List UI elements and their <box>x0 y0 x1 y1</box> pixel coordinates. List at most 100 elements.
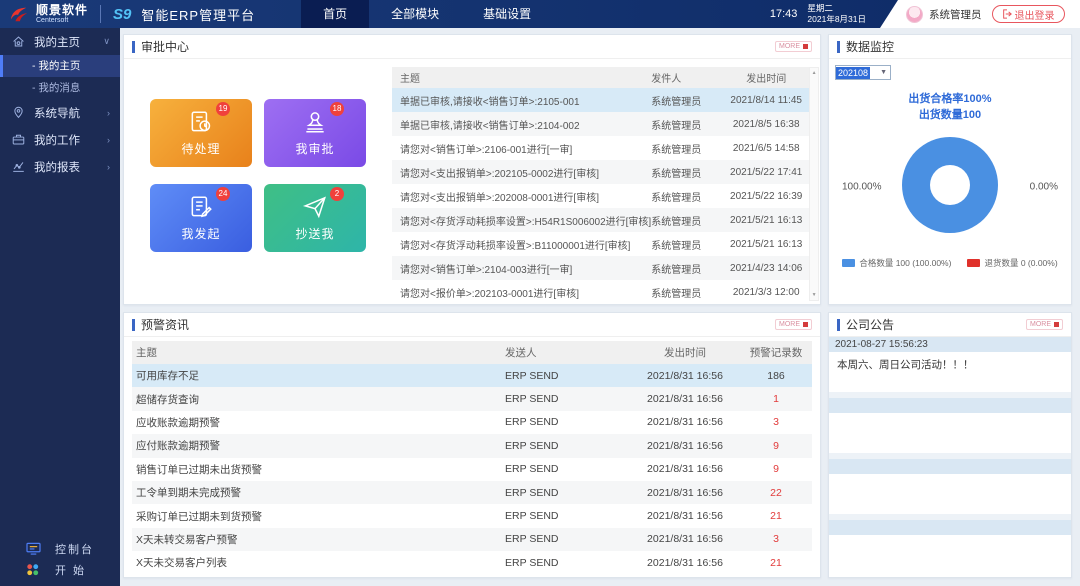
sidebar-subitem[interactable]: - 我的消息 <box>0 77 120 99</box>
clock-date: 星期二 2021年8月31日 <box>807 3 866 24</box>
sidebar-footer-item[interactable]: 控制台 <box>0 538 120 559</box>
top-nav-item[interactable]: 基础设置 <box>461 0 553 28</box>
top-nav-item[interactable]: 全部模块 <box>369 0 461 28</box>
panel-header: 公司公告 MORE <box>829 313 1071 337</box>
row-time: 2021/8/31 16:56 <box>647 393 723 406</box>
table-row[interactable]: 请您对<销售订单>:2106-001进行[一审] 系统管理员 2021/6/5 14… <box>392 136 809 160</box>
table-row[interactable]: 请您对<存货浮动耗损率设置>:H54R1S006002进行[审核] 系统管理员 20… <box>392 208 810 232</box>
row-subject: 请您对<存货浮动耗损率设置>:H54R1S006002进行[审核] <box>400 216 652 228</box>
more-label: MORE <box>779 43 800 50</box>
app-logo: 顺景软件 Centersoft S9 智能ERP管理平台 <box>0 4 255 24</box>
row-sender: ERP SEND <box>505 369 559 382</box>
announcement-item[interactable] <box>829 459 1071 514</box>
legend-item[interactable]: 退货数量 0 (0.00%) <box>967 257 1058 269</box>
announcement-item[interactable] <box>829 520 1071 577</box>
doc-edit-icon <box>188 194 214 220</box>
table-row[interactable]: 请您对<报价单>:202103-0001进行[审核] 系统管理员 2021/3/3 … <box>392 280 809 304</box>
more-button[interactable]: MORE <box>1026 319 1063 330</box>
row-sender: 系统管理员 <box>651 96 702 108</box>
panel-header: 审批中心 MORE <box>124 35 820 59</box>
data-monitor-panel: 数据监控 202108 ▼ 出货合格率100% 出货数量100 100.00% … <box>828 34 1072 305</box>
sidebar-item[interactable]: 系统导航 › <box>0 99 120 126</box>
alert-row[interactable]: X天未转交易客户预警 ERP SEND 2021/8/31 16:56 3 <box>132 527 812 552</box>
send-icon <box>302 194 328 220</box>
row-sender: 系统管理员 <box>651 120 702 132</box>
home-icon <box>12 35 26 49</box>
sidebar-footer-item[interactable]: 开 始 <box>0 559 120 580</box>
approval-tile[interactable]: 19 待处理 <box>150 99 252 167</box>
alert-row[interactable]: X天未交易客户列表 ERP SEND 2021/8/31 16:56 21 <box>132 551 812 574</box>
alert-row[interactable]: 超储存货查询 ERP SEND 2021/8/31 16:56 1 <box>132 387 812 411</box>
alert-row[interactable]: 采购订单已过期未到货预警 ERP SEND 2021/8/31 16:56 21 <box>132 504 812 527</box>
row-subject: 请您对<销售订单>:2106-001进行[一审] <box>400 144 573 156</box>
row-time: 2021/5/22 17:41 <box>730 166 803 178</box>
nav-icon <box>12 106 26 120</box>
more-grid-icon <box>1054 322 1059 327</box>
row-alert-count: 21 <box>770 556 782 569</box>
row-time: 2021/8/31 16:56 <box>647 486 723 499</box>
announcement-item[interactable] <box>829 398 1071 453</box>
table-row[interactable]: 请您对<支出报销单>:202105-0002进行[审核] 系统管理员 2021/5/… <box>392 160 810 184</box>
row-sender: ERP SEND <box>505 486 559 499</box>
quantity-label: 出货数量100 <box>918 109 982 121</box>
alert-row[interactable]: 工令单到期未完成预警 ERP SEND 2021/8/31 16:56 22 <box>132 480 812 505</box>
col-subject: 主题 <box>400 74 421 85</box>
row-time: 2021/8/31 16:56 <box>647 510 723 523</box>
left-percent-label: 100.00% <box>842 181 882 193</box>
alert-row[interactable]: 应收账款逾期预警 ERP SEND 2021/8/31 16:56 3 <box>132 411 812 434</box>
doc-clock-icon <box>188 109 214 135</box>
table-row[interactable]: 单据已审核,请接收<销售订单>:2104-002 系统管理员 2021/8/5 16… <box>392 112 810 136</box>
announcement-date <box>829 520 1071 535</box>
alert-row[interactable]: 应付账款逾期预警 ERP SEND 2021/8/31 16:56 9 <box>132 434 812 458</box>
approval-tile[interactable]: 18 我审批 <box>264 99 366 167</box>
row-sender: ERP SEND <box>505 533 559 546</box>
row-sender: ERP SEND <box>505 556 559 569</box>
approval-tile[interactable]: 2 抄送我 <box>264 184 366 252</box>
alerts-panel: 预警资讯 MORE 主题 发送人 发出时间 预警记录数 可用库存不足 ERP SE… <box>123 312 821 578</box>
col-time: 发出时间 <box>664 347 706 359</box>
logout-icon <box>1002 9 1012 19</box>
announcement-item[interactable]: 2021-08-27 15:56:23 本周六、周日公司活动！！！ <box>829 337 1071 392</box>
count-badge: 2 <box>330 187 344 201</box>
username-label: 系统管理员 <box>929 8 982 21</box>
scroll-up-icon[interactable]: ▲ <box>812 68 817 78</box>
chevron-right-icon: › <box>107 107 110 118</box>
table-row[interactable]: 请您对<支出报销单>:202008-0001进行[审核] 系统管理员 2021/5/… <box>392 184 809 208</box>
sidebar-footer-label: 开 始 <box>55 564 87 577</box>
title-accent-bar <box>132 318 135 331</box>
sidebar-subitem[interactable]: - 我的主页 <box>0 55 120 77</box>
s9-logo: S9 <box>113 5 132 23</box>
sidebar-item[interactable]: 我的主页 ∨ <box>0 28 120 55</box>
sidebar-item[interactable]: 我的报表 › <box>0 153 120 180</box>
alert-row[interactable]: 销售订单已过期未出货预警 ERP SEND 2021/8/31 16:56 9 <box>132 458 812 481</box>
approval-tile[interactable]: 24 我发起 <box>150 184 252 252</box>
brand-name-cn: 顺景软件 <box>36 3 89 17</box>
scroll-down-icon[interactable]: ▼ <box>812 290 817 300</box>
sidebar-item[interactable]: 我的工作 › <box>0 126 120 153</box>
announcement-text <box>829 474 1071 514</box>
announcement-text <box>829 535 1071 577</box>
legend-item[interactable]: 合格数量 100 (100.00%) <box>842 257 951 269</box>
panel-title: 审批中心 <box>141 40 190 54</box>
row-alert-count: 21 <box>770 510 782 523</box>
row-sender: ERP SEND <box>505 416 559 429</box>
logout-button[interactable]: 退出登录 <box>991 5 1065 23</box>
announcement-list: 2021-08-27 15:56:23 本周六、周日公司活动！！！ <box>829 337 1071 577</box>
row-time: 2021/8/31 16:56 <box>647 369 723 382</box>
table-row[interactable]: 请您对<存货浮动耗损率设置>:B11000001进行[审核] 系统管理员 2021/… <box>392 232 809 256</box>
table-scrollbar[interactable]: ▲ ▼ <box>809 67 819 301</box>
weekday-label: 星期二 <box>807 3 833 14</box>
more-button[interactable]: MORE <box>775 41 812 52</box>
right-percent-label: 0.00% <box>1029 181 1058 193</box>
table-row[interactable]: 单据已审核,请接收<销售订单>:2105-001 系统管理员 2021/8/14 1… <box>392 88 810 112</box>
row-time: 2021/3/3 12:00 <box>732 286 800 298</box>
announcement-text <box>829 413 1071 453</box>
more-button[interactable]: MORE <box>775 319 812 330</box>
top-nav-item[interactable]: 首页 <box>301 0 370 28</box>
period-select[interactable]: 202108 ▼ <box>835 65 891 80</box>
table-row[interactable]: 请您对<销售订单>:2104-003进行[一审] 系统管理员 2021/4/23 1… <box>392 256 810 280</box>
row-sender: ERP SEND <box>505 510 559 523</box>
row-sender: 系统管理员 <box>651 288 702 300</box>
alert-row[interactable]: 可用库存不足 ERP SEND 2021/8/31 16:56 186 <box>132 364 812 388</box>
donut-chart <box>902 137 998 233</box>
